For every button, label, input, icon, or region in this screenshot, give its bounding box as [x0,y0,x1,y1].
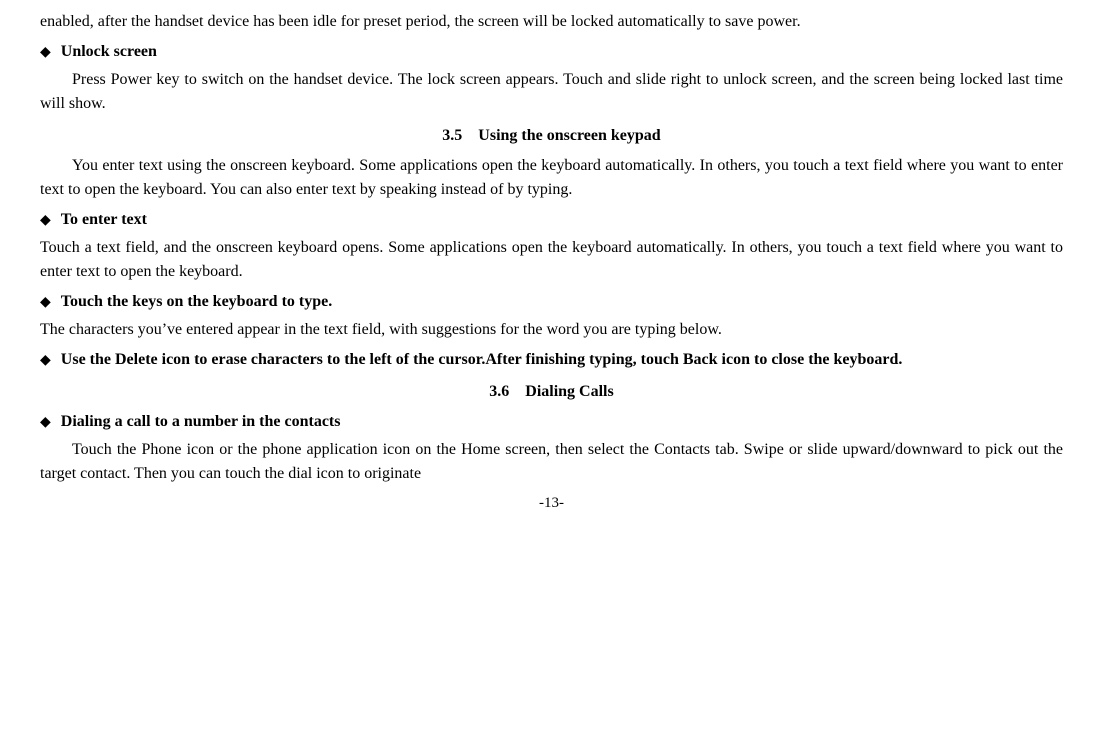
section35-intro: You enter text using the onscreen keyboa… [40,154,1063,202]
to-enter-text-bullet: ◆ To enter text [40,208,1063,232]
page-container: enabled, after the handset device has be… [0,0,1103,735]
unlock-screen-bullet: ◆ Unlock screen [40,40,1063,64]
dialing-call-label: Dialing a call to a number in the contac… [61,410,341,434]
bullet-diamond-enter-icon: ◆ [40,210,51,231]
use-delete-label-text: Use the Delete icon to erase characters … [61,351,903,368]
unlock-screen-label: Unlock screen [61,40,157,64]
dialing-call-body: Touch the Phone icon or the phone applic… [40,438,1063,486]
bullet-diamond-dial-icon: ◆ [40,412,51,433]
page-number: -13- [40,492,1063,515]
to-enter-text-label: To enter text [61,208,147,232]
section-36-heading: 3.6 Dialing Calls [40,380,1063,404]
touch-keys-bullet: ◆ Touch the keys on the keyboard to type… [40,290,1063,314]
bullet-diamond-touch-icon: ◆ [40,292,51,313]
bullet-diamond-delete-icon: ◆ [40,350,51,371]
section-36-title: Dialing Calls [525,380,613,404]
to-enter-text-body: Touch a text field, and the onscreen key… [40,236,1063,284]
intro-paragraph: enabled, after the handset device has be… [40,10,1063,34]
section-35-heading: 3.5 Using the onscreen keypad [40,124,1063,148]
use-delete-label: Use the Delete icon to erase characters … [61,348,903,372]
dialing-call-bullet: ◆ Dialing a call to a number in the cont… [40,410,1063,434]
section-36-number: 3.6 [489,380,509,404]
bullet-diamond-icon: ◆ [40,42,51,63]
touch-keys-body: The characters you’ve entered appear in … [40,318,1063,342]
section-35-number: 3.5 [442,124,462,148]
section-35-title: Using the onscreen keypad [478,124,660,148]
use-delete-bullet: ◆ Use the Delete icon to erase character… [40,348,1063,372]
touch-keys-label: Touch the keys on the keyboard to type. [61,290,332,314]
unlock-screen-body: Press Power key to switch on the handset… [40,68,1063,116]
